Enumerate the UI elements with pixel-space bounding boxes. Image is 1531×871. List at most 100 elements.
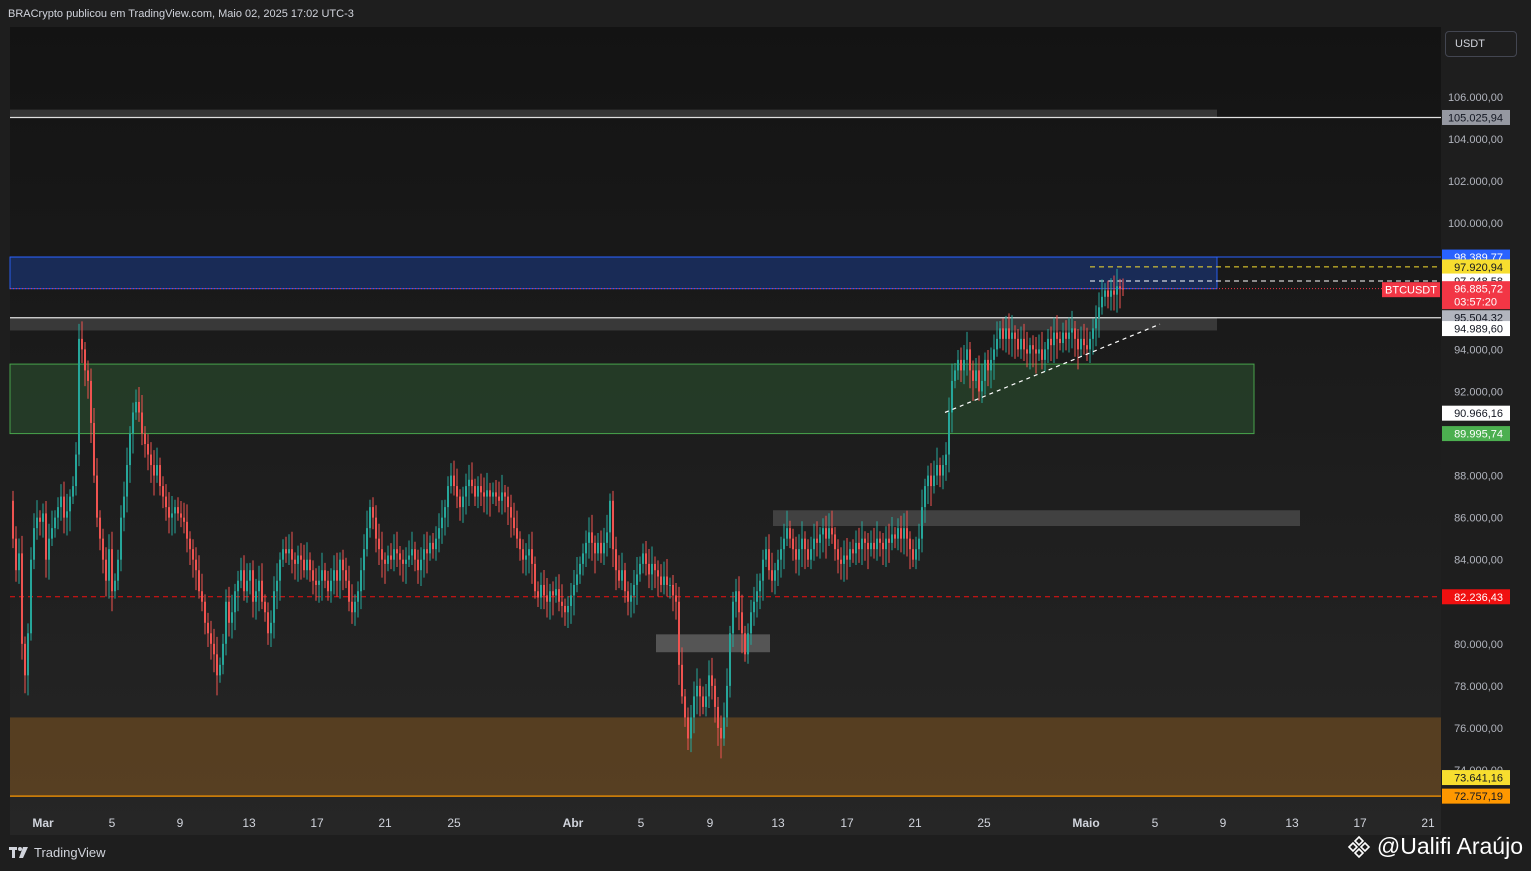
currency-button[interactable]: USDT [1445,31,1517,57]
candle-body [804,538,806,550]
candle-body [819,534,821,543]
candle-body [1002,328,1004,339]
candle-body [705,696,707,707]
candle-body [375,517,377,539]
candle-body [309,559,311,571]
candle-body [339,559,341,581]
x-tick-label: 13 [771,816,785,830]
candle-body [225,601,227,644]
price-label: 97.920,94 [1454,262,1503,274]
candle-body [702,696,704,707]
candle-body [975,370,977,381]
watermark-text: @Ualifi Araújo [1376,833,1523,859]
candle-body [978,370,980,392]
candle-body [144,433,146,445]
x-tick-label: 25 [447,816,461,830]
candle-body [210,633,212,644]
candle-body [1035,349,1037,354]
candle-body [663,576,665,585]
x-tick-label: 9 [177,816,184,830]
y-tick-label: 84.000,00 [1454,555,1503,567]
candle-body [831,528,833,535]
candle-body [84,349,86,371]
candle-body [918,538,920,550]
candle-body [114,580,116,592]
candle-body [69,496,71,512]
candle-body [837,549,839,560]
candle-body [384,559,386,564]
candle-body [315,580,317,585]
candle-body [942,465,944,476]
price-label: 94.989,60 [1454,324,1503,336]
candle-body [252,570,254,602]
candle-body [264,601,266,613]
candle-body [1062,332,1064,344]
candle-body [612,500,614,550]
candle-body [597,542,599,554]
candle-body [738,591,740,613]
candle-body [1029,345,1031,354]
candle-body [60,496,62,508]
candle-body [1059,338,1061,344]
candle-body [306,559,308,571]
x-tick-label: 25 [977,816,991,830]
candle-body [204,601,206,623]
candle-body [630,595,632,602]
candle-body [228,601,230,623]
candle-body [642,553,644,564]
candle-body [924,486,926,508]
candle-body [474,486,476,497]
candle-body [1083,338,1085,346]
candle-body [372,507,374,518]
price-label: 90.966,16 [1454,408,1503,420]
x-tick-label: 13 [242,816,256,830]
candle-body [483,492,485,497]
candle-body [594,542,596,554]
candle-body [1107,290,1109,297]
candle-body [645,553,647,564]
candle-body [234,591,236,613]
candle-body [213,643,215,655]
candle-body [822,528,824,535]
candle-body [732,601,734,634]
candle-body [1095,317,1097,329]
candle-body [666,576,668,585]
candle-body [336,570,338,581]
candle-body [963,359,965,371]
countdown-label: 03:57:20 [1454,297,1497,309]
candle-body [477,486,479,497]
candle-body [753,601,755,613]
candle-body [723,717,725,739]
candle-body [843,555,845,564]
candle-body [93,422,95,476]
grey-zone [10,317,1217,331]
candle-body [606,532,608,543]
candle-body [129,433,131,466]
candle-body [1068,332,1070,339]
candle-body [177,507,179,514]
tradingview-logo[interactable]: TradingView [9,845,106,860]
candle-body [519,538,521,550]
candle-body [678,601,680,665]
price-chart[interactable]: 106.000,00 104.000,00 102.000,00 100.000,00… [0,0,1531,871]
candle-body [717,706,719,728]
candle-body [546,595,548,602]
candle-body [1017,338,1019,350]
candle-body [285,549,287,554]
author-watermark: @Ualifi Araújo [1347,833,1523,860]
candle-body [87,370,89,381]
candle-body [741,612,743,634]
candle-body [165,496,167,508]
candle-body [267,612,269,634]
candle-body [930,475,932,487]
candle-body [423,549,425,560]
candle-body [774,570,776,581]
binance-icon [1347,835,1371,858]
candle-body [684,696,686,718]
candle-body [1119,286,1121,289]
candle-body [465,486,467,497]
candle-body [195,559,197,571]
candle-body [282,549,284,560]
candle-body [948,412,950,455]
candle-body [756,591,758,602]
